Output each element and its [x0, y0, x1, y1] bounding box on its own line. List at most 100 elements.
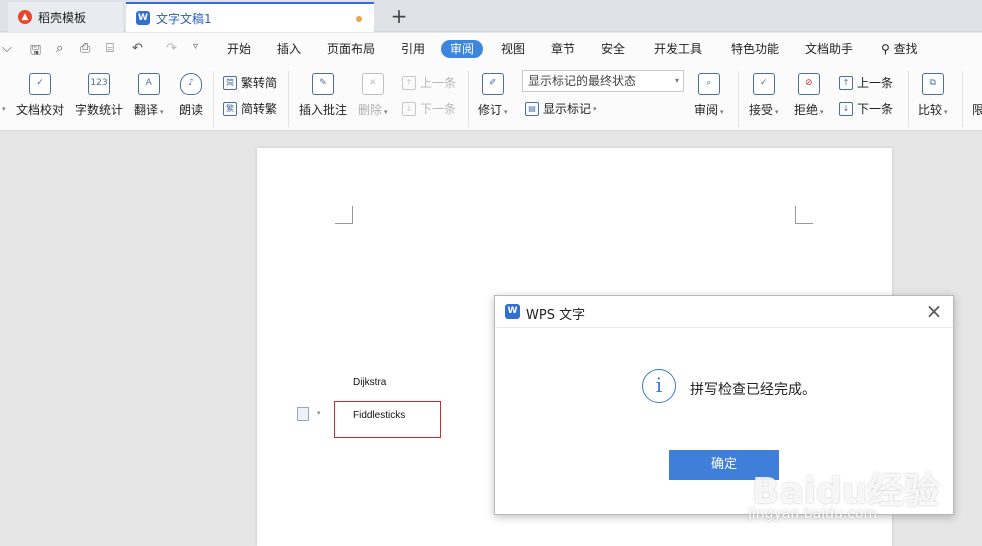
prev-comment-button[interactable]: ↑ 上一条: [402, 74, 456, 91]
restrict-label: 限: [972, 103, 982, 117]
show-markup-label: 显示标记: [543, 102, 592, 116]
menu-features[interactable]: 特色功能: [731, 40, 779, 58]
chevron-down-icon[interactable]: ⌵: [2, 41, 12, 56]
prev-change-button[interactable]: ↑ 上一条: [839, 74, 893, 91]
docer-logo-icon: ▲: [18, 10, 32, 24]
dialog-title: WPS 文字: [526, 308, 586, 323]
menu-insert[interactable]: 插入: [277, 40, 301, 58]
tab-docer-templates[interactable]: ▲ 稻壳模板: [8, 2, 123, 32]
unsaved-dot-icon: [356, 16, 362, 22]
proofread-button[interactable]: ✓ 文档校对: [16, 73, 64, 118]
ribbon-arrow-icon: ▾: [2, 105, 6, 113]
dropdown-arrow-icon: ▾: [593, 104, 597, 113]
markup-state-value: 显示标记的最终状态: [528, 74, 637, 88]
next-icon: ↓: [402, 101, 416, 116]
accept-icon: ✓: [752, 73, 775, 95]
review-label: 审阅: [694, 103, 719, 117]
next-comment-button[interactable]: ↓ 下一条: [402, 100, 456, 117]
menu-doc-assistant[interactable]: 文档助手: [805, 40, 853, 58]
track-changes-icon: ✐: [481, 73, 504, 95]
menu-sections[interactable]: 章节: [551, 40, 575, 58]
document-icon[interactable]: [297, 407, 309, 421]
menu-security[interactable]: 安全: [601, 40, 625, 58]
read-aloud-button[interactable]: ♪ 朗读: [179, 73, 203, 118]
compare-button[interactable]: ⧉ 比较 ▾: [918, 73, 948, 118]
dialog-title-bar[interactable]: W WPS 文字 ×: [495, 296, 953, 328]
tab-document[interactable]: W 文字文稿1: [126, 2, 374, 32]
print-icon[interactable]: ⎙: [80, 41, 90, 56]
accept-label: 接受: [749, 103, 774, 117]
next-icon: ↓: [839, 101, 853, 116]
highlight-box: [334, 401, 441, 438]
track-label: 修订: [478, 103, 503, 117]
next-comment-label: 下一条: [420, 102, 457, 116]
dropdown-arrow-icon[interactable]: ▾: [317, 409, 321, 417]
review-pane-button[interactable]: ⌕ 审阅 ▾: [694, 73, 724, 118]
trad-to-simp-button[interactable]: 简繁转简: [223, 74, 277, 91]
menu-view[interactable]: 视图: [501, 40, 525, 58]
search-icon: ⚲: [881, 42, 890, 56]
save-icon[interactable]: 🖫: [30, 41, 41, 63]
markup-state-select[interactable]: 显示标记的最终状态 ▾: [522, 70, 684, 92]
menu-page-layout[interactable]: 页面布局: [327, 40, 375, 58]
find-label: 查找: [893, 42, 918, 56]
trad-label: 繁转简: [241, 76, 278, 90]
menu-developer[interactable]: 开发工具: [654, 40, 702, 58]
compare-icon: ⧉: [921, 73, 944, 95]
insert-comment-button[interactable]: ✎ 插入批注: [299, 73, 347, 118]
translate-icon: A: [137, 73, 160, 95]
prev-icon: ↑: [402, 75, 416, 90]
restrict-button[interactable]: 限: [972, 101, 982, 118]
insert-comment-label: 插入批注: [299, 103, 348, 117]
chevron-down-icon: ▾: [674, 76, 679, 85]
translate-button[interactable]: A 翻译 ▾: [134, 73, 164, 118]
delete-comment-icon: ✕: [361, 73, 384, 95]
reject-icon: ⊘: [797, 73, 820, 95]
translate-label: 翻译: [134, 103, 159, 117]
info-icon: i: [642, 369, 676, 403]
dialog-message: 拼写检查已经完成。: [690, 382, 816, 398]
document-word: Dijkstra: [353, 377, 387, 388]
undo-icon[interactable]: ↶: [132, 41, 143, 56]
wps-logo-icon: W: [505, 304, 520, 319]
close-icon[interactable]: ×: [923, 300, 945, 322]
show-markup-button[interactable]: ▤ 显示标记 ▾: [525, 100, 597, 117]
word-count-button[interactable]: 123 字数统计: [75, 73, 123, 118]
menu-home[interactable]: 开始: [227, 40, 251, 58]
tab-bar: ▲ 稻壳模板 W 文字文稿1 +: [0, 0, 982, 32]
tab-label: 文字文稿1: [156, 11, 212, 26]
ribbon-separator: [213, 71, 214, 127]
dropdown-arrow-icon: ▾: [504, 108, 508, 116]
compare-label: 比较: [918, 103, 943, 117]
ribbon-separator: [468, 71, 469, 127]
next-change-button[interactable]: ↓ 下一条: [839, 100, 893, 117]
show-markup-icon: ▤: [525, 101, 539, 116]
simp-to-trad-button[interactable]: 繁简转繁: [223, 100, 277, 117]
accept-button[interactable]: ✓ 接受 ▾: [749, 73, 779, 118]
ribbon: ▾ ✓ 文档校对 123 字数统计 A 翻译 ▾ ♪ 朗读 简繁转简 繁简转繁 ✎…: [0, 65, 982, 131]
review-pane-icon: ⌕: [697, 73, 720, 95]
print-preview-icon[interactable]: ⌸: [106, 41, 114, 56]
format-painter-icon[interactable]: ⌕: [56, 41, 63, 56]
menu-find[interactable]: ⚲ 查找: [881, 40, 918, 58]
prev-comment-label: 上一条: [420, 76, 457, 90]
customize-icon[interactable]: ▿: [193, 41, 198, 52]
microphone-icon: ♪: [180, 73, 202, 95]
reject-button[interactable]: ⊘ 拒绝 ▾: [794, 73, 824, 118]
trad-to-simp-icon: 简: [223, 75, 237, 90]
watermark-url: jingyan.baidu.com: [748, 506, 878, 522]
next-change-label: 下一条: [857, 102, 894, 116]
word-count-label: 字数统计: [75, 103, 124, 117]
menu-review[interactable]: 审阅: [441, 40, 484, 58]
tab-label: 稻壳模板: [38, 10, 87, 25]
track-changes-button[interactable]: ✐ 修订 ▾: [478, 73, 508, 118]
menu-references[interactable]: 引用: [401, 40, 425, 58]
word-count-icon: 123: [88, 73, 110, 95]
delete-comment-button[interactable]: ✕ 删除 ▾: [358, 73, 388, 118]
new-tab-button[interactable]: +: [388, 3, 410, 29]
dropdown-arrow-icon: ▾: [160, 108, 164, 116]
redo-icon[interactable]: ↷: [166, 41, 177, 56]
dropdown-arrow-icon: ▾: [384, 108, 388, 116]
delete-label: 删除: [358, 103, 383, 117]
ribbon-separator: [908, 71, 909, 127]
